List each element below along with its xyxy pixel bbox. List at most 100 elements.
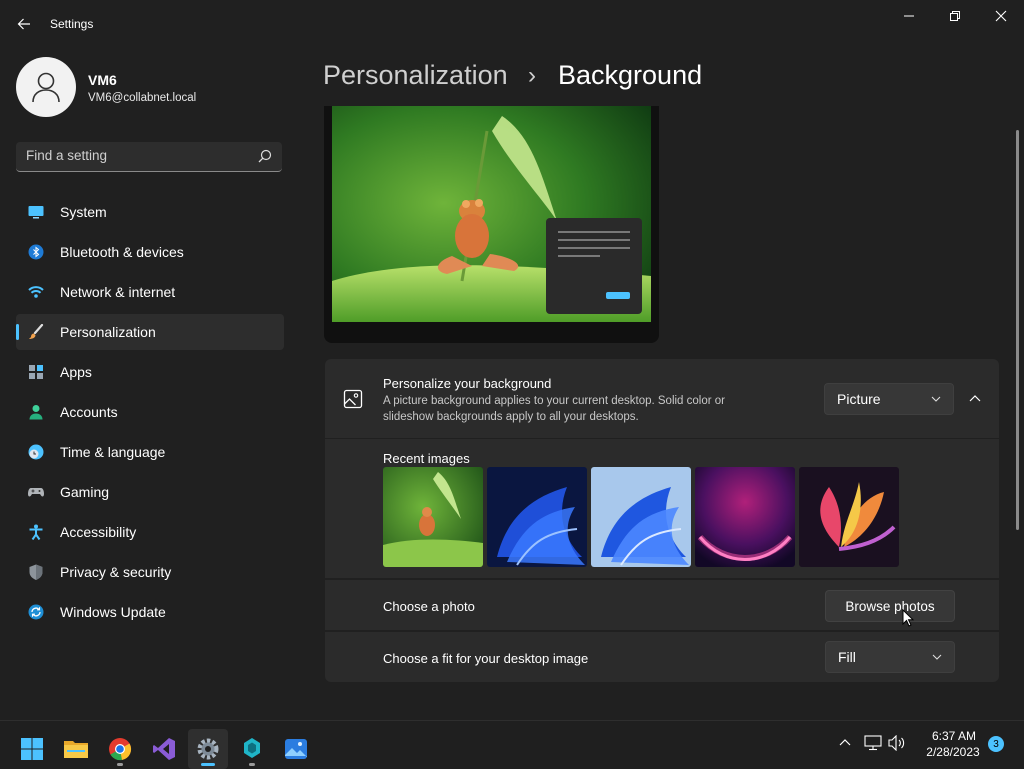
- accessibility-icon: [29, 524, 43, 540]
- frog-thumbnail: [383, 467, 483, 567]
- app-icon: [244, 738, 260, 758]
- sidebar-item-time-language[interactable]: Time & language: [16, 434, 284, 470]
- browse-photos-button[interactable]: Browse photos: [825, 590, 955, 622]
- shield-icon: [29, 564, 43, 580]
- desktop-preview: [324, 106, 659, 343]
- sidebar-item-label: Network & internet: [60, 284, 176, 300]
- close-icon: [995, 10, 1007, 22]
- fit-row: Choose a fit for your desktop image Fill: [325, 632, 999, 682]
- sidebar-item-system[interactable]: System: [16, 194, 284, 230]
- apps-icon: [29, 365, 43, 379]
- background-type-row: Personalize your background A picture ba…: [325, 359, 999, 438]
- background-type-dropdown[interactable]: Picture: [824, 383, 954, 415]
- minimize-button[interactable]: [886, 0, 932, 32]
- brush-icon: [29, 324, 44, 339]
- clock-globe-icon: [28, 444, 44, 460]
- wifi-icon: [28, 286, 44, 298]
- start-button[interactable]: [12, 729, 52, 769]
- sidebar-item-network[interactable]: Network & internet: [16, 274, 284, 310]
- fit-label: Choose a fit for your desktop image: [383, 651, 589, 666]
- bloom-light-thumbnail: [591, 467, 691, 567]
- breadcrumb-parent[interactable]: Personalization: [323, 60, 508, 91]
- start-icon: [21, 738, 43, 760]
- picture-icon: [343, 389, 363, 409]
- visual-studio-icon: [153, 738, 175, 760]
- background-description-line: slideshow backgrounds apply to all your …: [383, 411, 639, 423]
- sidebar-item-accessibility[interactable]: Accessibility: [16, 514, 284, 550]
- chevron-down-icon: [932, 654, 942, 660]
- sidebar-item-bluetooth[interactable]: Bluetooth & devices: [16, 234, 284, 270]
- clock-time[interactable]: 6:37 AM: [926, 729, 982, 743]
- back-button[interactable]: [10, 12, 38, 36]
- person-icon: [29, 405, 43, 420]
- recent-images-label: Recent images: [383, 451, 470, 466]
- sidebar-item-label: Privacy & security: [60, 564, 172, 580]
- sidebar-item-label: Personalization: [60, 324, 156, 340]
- sidebar-nav: System Bluetooth & devices Network & int…: [16, 194, 284, 634]
- background-title: Personalize your background: [383, 376, 552, 391]
- sidebar-item-label: Accessibility: [60, 524, 137, 540]
- avatar[interactable]: [16, 57, 76, 117]
- chrome-icon: [109, 738, 132, 761]
- fit-dropdown[interactable]: Fill: [825, 641, 955, 673]
- photos-icon: [285, 739, 307, 759]
- volume-icon[interactable]: [888, 735, 908, 751]
- gamepad-icon: [28, 488, 44, 497]
- background-description: A picture background applies to your cur…: [383, 393, 725, 425]
- abstract-flower-thumbnail: [799, 467, 899, 567]
- purple-glow-thumbnail: [695, 467, 795, 567]
- taskbar-chrome[interactable]: [100, 729, 140, 769]
- frog-wallpaper-preview: [332, 106, 651, 322]
- taskbar-file-explorer[interactable]: [56, 729, 96, 769]
- choose-photo-row: Choose a photo Browse photos: [325, 580, 999, 630]
- sidebar-item-label: System: [60, 204, 107, 220]
- person-icon: [32, 72, 60, 103]
- taskbar: [0, 720, 1024, 769]
- file-explorer-icon: [64, 741, 88, 758]
- running-indicator: [117, 763, 123, 766]
- sidebar-item-privacy[interactable]: Privacy & security: [16, 554, 284, 590]
- user-name: VM6: [88, 72, 117, 88]
- back-arrow-icon: [17, 18, 30, 30]
- sidebar-item-personalization[interactable]: Personalization: [16, 314, 284, 350]
- title-bar: Settings: [0, 0, 1024, 48]
- background-description-line: A picture background applies to your cur…: [383, 395, 725, 407]
- collapse-button[interactable]: [961, 384, 989, 412]
- recent-image-4[interactable]: [695, 467, 795, 567]
- search-icon[interactable]: [258, 149, 272, 163]
- taskbar-photos[interactable]: [276, 729, 316, 769]
- sidebar-item-label: Bluetooth & devices: [60, 244, 184, 260]
- sidebar-item-gaming[interactable]: Gaming: [16, 474, 284, 510]
- restore-button[interactable]: [932, 0, 978, 32]
- sidebar-item-apps[interactable]: Apps: [16, 354, 284, 390]
- search-box[interactable]: [16, 142, 282, 172]
- recent-image-2[interactable]: [487, 467, 587, 567]
- taskbar-settings[interactable]: [188, 729, 228, 769]
- sidebar-item-accounts[interactable]: Accounts: [16, 394, 284, 430]
- taskbar-app[interactable]: [232, 729, 272, 769]
- chevron-up-icon: [969, 394, 981, 401]
- mouse-cursor-icon: [902, 609, 914, 627]
- app-title: Settings: [50, 17, 94, 31]
- network-icon[interactable]: [864, 735, 882, 751]
- search-input[interactable]: [26, 148, 246, 163]
- background-type-value: Picture: [837, 391, 881, 407]
- recent-image-3[interactable]: [591, 467, 691, 567]
- scrollbar[interactable]: [1016, 130, 1019, 530]
- notification-badge[interactable]: 3: [988, 736, 1004, 752]
- update-icon: [28, 604, 44, 620]
- recent-image-1[interactable]: [383, 467, 483, 567]
- chevron-down-icon: [931, 396, 941, 402]
- sidebar-item-label: Time & language: [60, 444, 166, 460]
- clock-date[interactable]: 2/28/2023: [918, 745, 988, 759]
- fit-value: Fill: [838, 649, 856, 665]
- recent-image-5[interactable]: [799, 467, 899, 567]
- close-button[interactable]: [978, 0, 1024, 32]
- sidebar-item-label: Accounts: [60, 404, 118, 420]
- running-indicator: [249, 763, 255, 766]
- sidebar-item-windows-update[interactable]: Windows Update: [16, 594, 284, 630]
- restore-icon: [950, 11, 960, 21]
- chevron-up-icon[interactable]: [839, 738, 851, 746]
- taskbar-visual-studio[interactable]: [144, 729, 184, 769]
- choose-photo-label: Choose a photo: [383, 599, 475, 614]
